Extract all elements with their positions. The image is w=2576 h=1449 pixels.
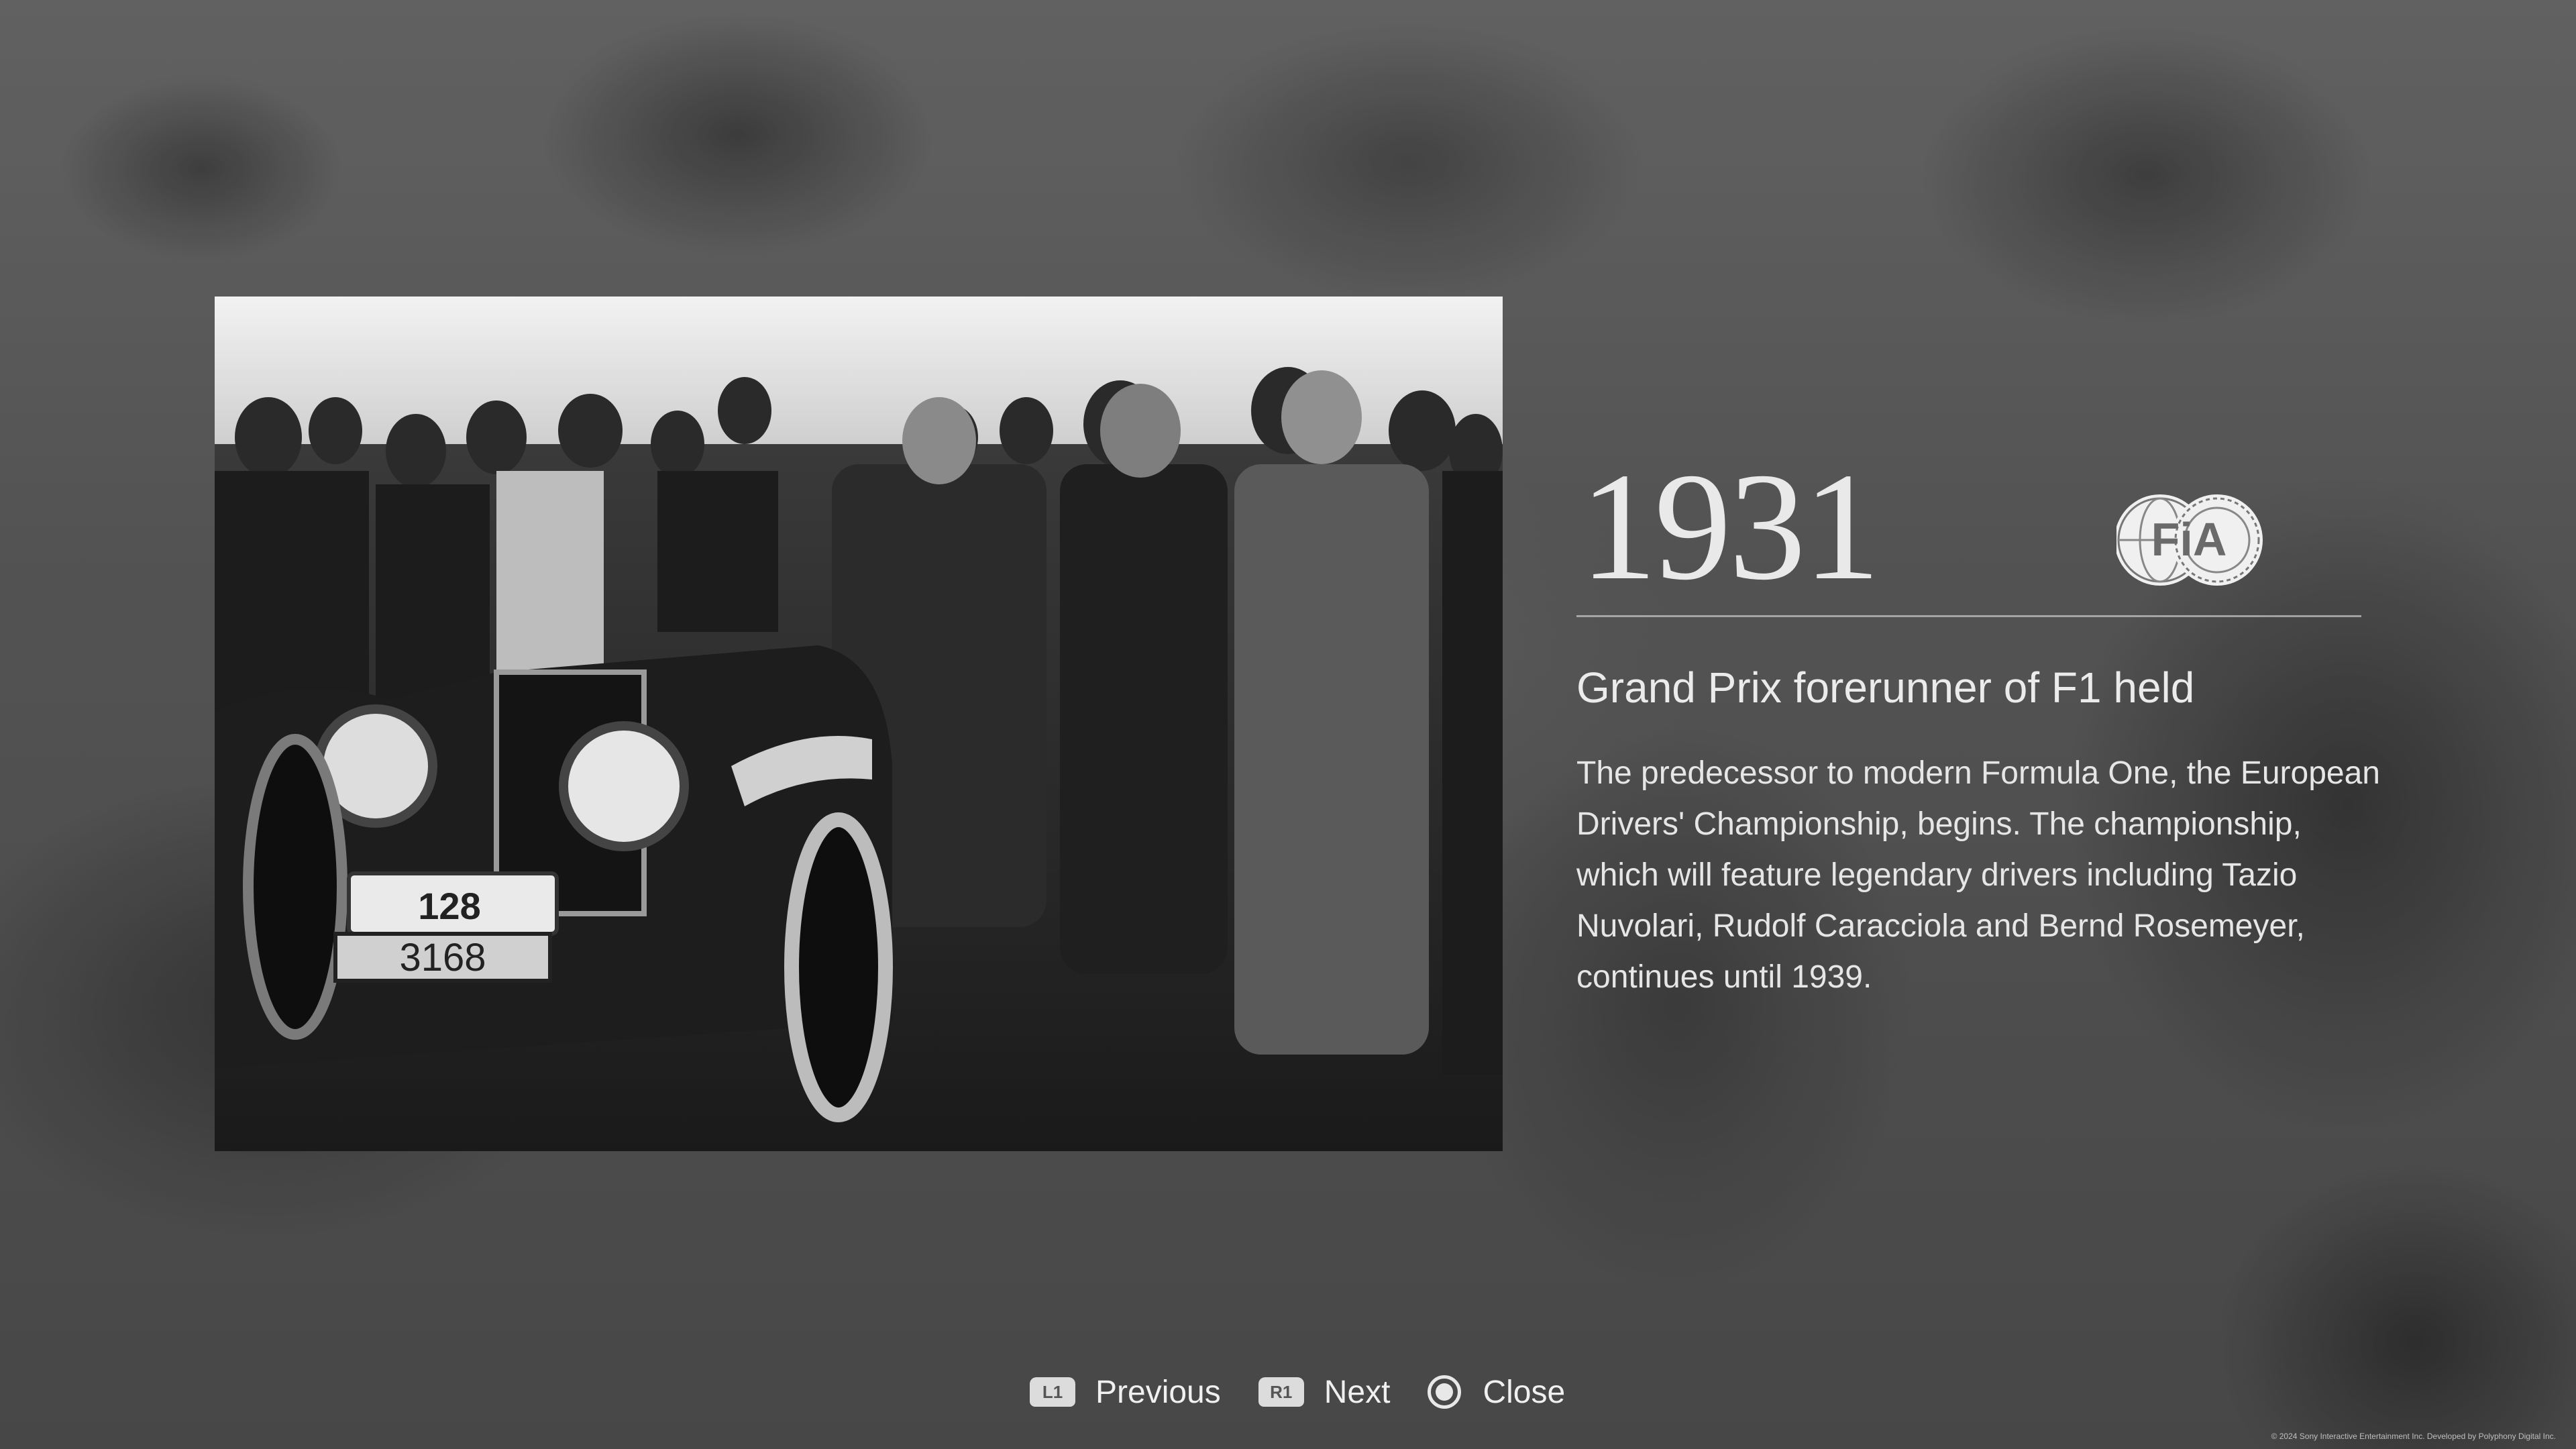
circle-button-icon	[1428, 1375, 1462, 1409]
fia-logo-text: FiA	[2151, 513, 2227, 566]
fia-logo-icon: FiA	[2116, 494, 2263, 586]
event-year: 1931	[1580, 441, 1880, 612]
car-number: 128	[418, 885, 480, 927]
historical-photo: 128 3168	[215, 297, 1503, 1151]
close-label: Close	[1483, 1374, 1566, 1410]
copyright-notice: © 2024 Sony Interactive Entertainment In…	[2271, 1432, 2556, 1441]
event-headline: Grand Prix forerunner of F1 held	[1576, 663, 2195, 712]
button-guide: L1 Previous R1 Next Close	[1030, 1368, 1565, 1415]
r1-button-icon: R1	[1258, 1377, 1304, 1407]
license-plate: 3168	[399, 936, 486, 979]
event-description: The predecessor to modern Formula One, t…	[1576, 755, 2380, 995]
previous-label: Previous	[1095, 1374, 1221, 1410]
header-divider	[1576, 615, 2361, 617]
next-button[interactable]: R1 Next	[1258, 1374, 1391, 1411]
next-label: Next	[1324, 1374, 1391, 1410]
close-button[interactable]: Close	[1428, 1374, 1565, 1411]
previous-button[interactable]: L1 Previous	[1030, 1374, 1221, 1411]
timeline-event-viewer: 128 3168 1931 FiA Grand Prix forerunner …	[0, 0, 2576, 1449]
l1-button-icon: L1	[1030, 1377, 1075, 1407]
